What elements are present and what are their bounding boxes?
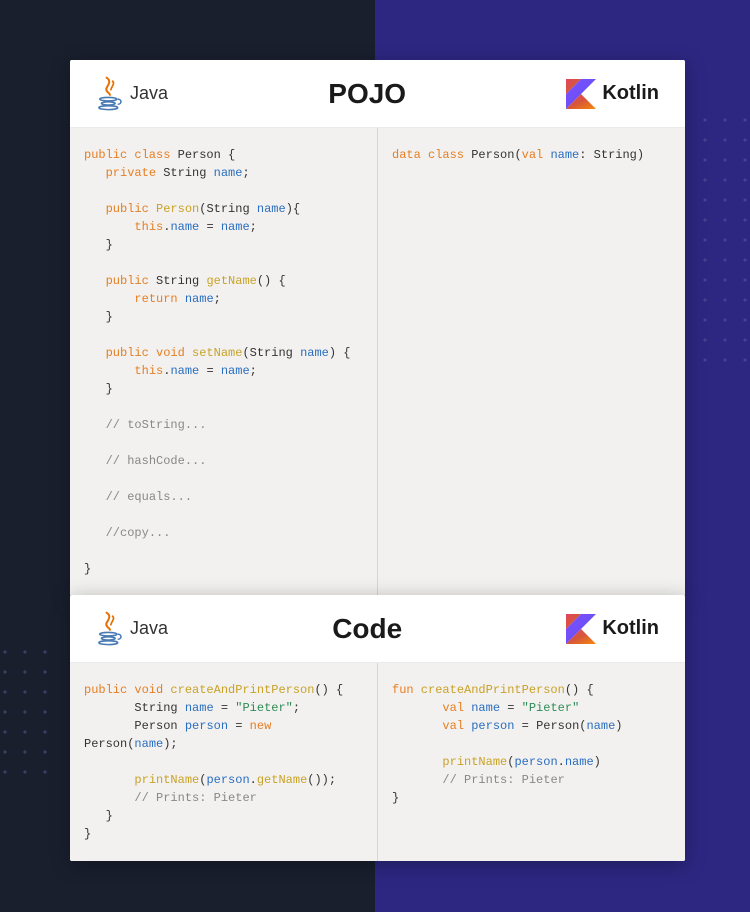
code-comparison-panel: Java Code Kotlin public void createAndPr… xyxy=(70,595,685,861)
kotlin-logo: Kotlin xyxy=(566,79,659,109)
code-panel-header: Java Code Kotlin xyxy=(70,595,685,663)
java-label: Java xyxy=(130,83,168,104)
java-icon xyxy=(96,611,124,647)
pojo-panel-body: public class Person { private String nam… xyxy=(70,128,685,596)
code-kotlin-code: fun createAndPrintPerson() { val name = … xyxy=(378,663,685,861)
kotlin-icon xyxy=(566,79,596,109)
java-logo: Java xyxy=(96,76,168,112)
java-logo: Java xyxy=(96,611,168,647)
decorative-dots-bottom-left xyxy=(0,642,55,782)
java-icon xyxy=(96,76,124,112)
kotlin-logo: Kotlin xyxy=(566,614,659,644)
kotlin-label: Kotlin xyxy=(602,617,659,640)
code-java-code: public void createAndPrintPerson() { Str… xyxy=(70,663,378,861)
kotlin-icon xyxy=(566,614,596,644)
code-title: Code xyxy=(332,613,402,645)
pojo-java-code: public class Person { private String nam… xyxy=(70,128,378,596)
pojo-title: POJO xyxy=(328,78,406,110)
java-label: Java xyxy=(130,618,168,639)
pojo-comparison-panel: Java POJO Kotlin public class Person xyxy=(70,60,685,596)
decorative-dots-top-right xyxy=(695,110,750,370)
kotlin-label: Kotlin xyxy=(602,82,659,105)
code-panel-body: public void createAndPrintPerson() { Str… xyxy=(70,663,685,861)
pojo-panel-header: Java POJO Kotlin xyxy=(70,60,685,128)
pojo-kotlin-code: data class Person(val name: String) xyxy=(378,128,685,596)
